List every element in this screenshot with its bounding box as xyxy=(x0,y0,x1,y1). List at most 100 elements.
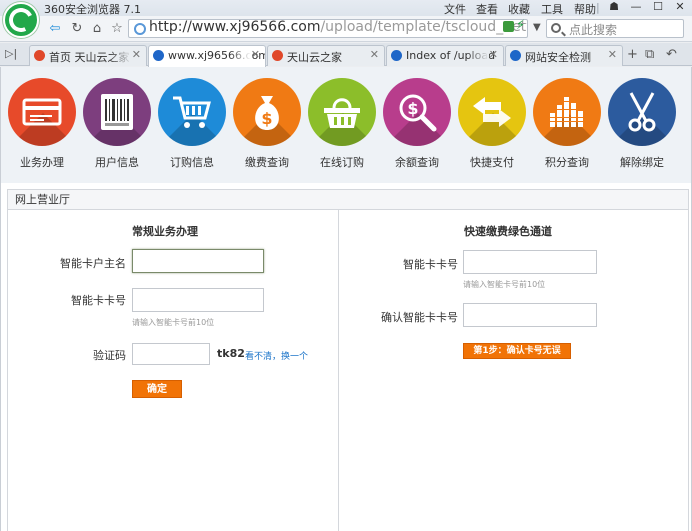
menu-favorites[interactable]: 收藏 xyxy=(508,1,530,17)
menu-circle xyxy=(8,78,76,146)
confirm-card-number-label: 确认智能卡卡号 xyxy=(381,311,458,324)
svg-text:$: $ xyxy=(407,99,418,118)
cart-icon xyxy=(173,96,211,128)
menu-quick-pay[interactable]: 快捷支付 xyxy=(456,78,528,180)
sidebar-toggle-icon[interactable]: ▷| xyxy=(5,47,17,60)
tab-list-icon[interactable]: ⧉ xyxy=(645,47,654,62)
menu-label: 解除绑定 xyxy=(620,156,664,169)
svg-text:$: $ xyxy=(261,109,272,128)
menu-balance-query[interactable]: $ 余额查询 xyxy=(381,78,453,180)
menu-business[interactable]: 业务办理 xyxy=(6,78,78,180)
tab-tianshan[interactable]: 天山云之家 ✕ xyxy=(267,45,385,66)
step1-confirm-button[interactable]: 第1步：确认卡号无误 xyxy=(463,343,571,359)
money-bag-icon: $ xyxy=(255,96,279,130)
menu-help[interactable]: 帮助 xyxy=(574,1,596,17)
search-input[interactable]: 点此搜索 xyxy=(546,19,684,38)
speed-mode-icon[interactable]: ⚡ xyxy=(516,18,525,33)
panel-title: 网上营业厅 xyxy=(7,189,689,210)
menu-label: 用户信息 xyxy=(95,156,139,169)
menu-view[interactable]: 查看 xyxy=(476,1,498,17)
reload-icon[interactable]: ↻ xyxy=(68,20,86,38)
ie-favicon-icon xyxy=(510,50,521,61)
menu-separator: | xyxy=(596,1,600,14)
address-toolbar: ⇦ ↻ ⌂ ☆ http://www.xj96566.com/upload/te… xyxy=(0,16,692,42)
fast-card-number-hint: 请输入智能卡号前10位 xyxy=(463,280,546,289)
captcha-input[interactable] xyxy=(132,343,210,365)
menu-unbind[interactable]: 解除绑定 xyxy=(606,78,678,180)
browser-logo-icon xyxy=(3,2,39,38)
close-window-icon[interactable]: ✕ xyxy=(670,0,690,14)
menu-file[interactable]: 文件 xyxy=(444,1,466,17)
ie-favicon-icon xyxy=(391,50,402,61)
security-badge-icon[interactable] xyxy=(503,21,514,32)
arrows-icon xyxy=(473,97,511,127)
favorite-star-icon[interactable]: ☆ xyxy=(108,20,126,38)
menu-user-info[interactable]: 用户信息 xyxy=(81,78,153,180)
menu-label: 缴费查询 xyxy=(245,156,289,169)
tab-close-icon[interactable]: ✕ xyxy=(370,48,379,61)
site-favicon-icon xyxy=(272,50,283,61)
service-icon-row: 业务办理 用户信息 订购信息 $ 缴费查询 在线订购 $ 余额查询 快捷支付 积… xyxy=(1,67,691,183)
back-icon[interactable]: ⇦ xyxy=(46,20,64,38)
url-input[interactable]: http://www.xj96566.com/upload/template/t… xyxy=(128,19,528,38)
captcha-label: 验证码 xyxy=(93,349,126,362)
minimize-icon[interactable]: — xyxy=(626,0,646,14)
title-bar: 360安全浏览器 7.1 文件 查看 收藏 工具 帮助 | ☗ — ☐ ✕ xyxy=(0,0,692,16)
menu-label: 余额查询 xyxy=(395,156,439,169)
menu-label: 订购信息 xyxy=(170,156,214,169)
page-viewport: 业务办理 用户信息 订购信息 $ 缴费查询 在线订购 $ 余额查询 快捷支付 积… xyxy=(0,67,692,531)
tab-bar: ▷| 首页 天山云之家 ✕ www.xj96566.com ✕ 天山云之家 ✕ … xyxy=(0,43,692,67)
scissors-icon xyxy=(628,92,656,132)
tab-security-check[interactable]: 网站安全检测 ✕ xyxy=(505,45,623,66)
new-tab-icon[interactable]: + xyxy=(627,47,638,62)
maximize-icon[interactable]: ☐ xyxy=(648,0,668,14)
globe-icon xyxy=(134,23,146,35)
tab-close-icon[interactable]: ✕ xyxy=(132,48,141,61)
tab-home[interactable]: 首页 天山云之家 ✕ xyxy=(29,45,147,66)
menu-order-info[interactable]: 订购信息 xyxy=(156,78,228,180)
ie-favicon-icon xyxy=(153,50,164,61)
bars-icon xyxy=(550,97,583,127)
menu-online-order[interactable]: 在线订购 xyxy=(306,78,378,180)
tab-active[interactable]: www.xj96566.com ✕ xyxy=(148,45,266,67)
card-number-input[interactable] xyxy=(132,288,264,312)
card-icon xyxy=(22,98,62,126)
url-text: http://www.xj96566.com/upload/template/t… xyxy=(149,19,528,35)
panel-body: 常规业务办理 智能卡户主名 智能卡卡号 请输入智能卡号前10位 验证码 tk82… xyxy=(7,210,689,531)
regular-business-title: 常规业务办理 xyxy=(132,225,198,238)
site-favicon-icon xyxy=(34,50,45,61)
card-number-label: 智能卡卡号 xyxy=(71,294,126,307)
captcha-image[interactable]: tk82 xyxy=(217,347,245,360)
column-divider xyxy=(338,210,339,531)
fast-payment-title: 快速缴费绿色通道 xyxy=(464,225,552,238)
confirm-card-number-input[interactable] xyxy=(463,303,597,327)
fast-card-number-label: 智能卡卡号 xyxy=(403,258,458,271)
search-icon xyxy=(551,23,561,33)
refresh-captcha-link[interactable]: 看不清，换一个 xyxy=(245,349,308,362)
chevron-down-icon[interactable]: ▼ xyxy=(533,22,541,33)
tab-close-icon[interactable]: ✕ xyxy=(489,48,498,61)
barcode-icon xyxy=(101,94,133,130)
menu-label: 在线订购 xyxy=(320,156,364,169)
menu-label: 业务办理 xyxy=(20,156,64,169)
tab-close-icon[interactable]: ✕ xyxy=(251,48,260,61)
submit-button[interactable]: 确定 xyxy=(132,380,182,398)
home-icon[interactable]: ⌂ xyxy=(88,20,106,38)
menu-label: 快捷支付 xyxy=(470,156,514,169)
basket-icon xyxy=(324,98,360,128)
skin-icon[interactable]: ☗ xyxy=(604,0,624,14)
menu-tools[interactable]: 工具 xyxy=(541,1,563,17)
tab-index-of[interactable]: Index of /upload ✕ xyxy=(386,45,504,66)
menu-label: 积分查询 xyxy=(545,156,589,169)
tab-close-icon[interactable]: ✕ xyxy=(608,48,617,61)
owner-name-input[interactable] xyxy=(132,249,264,273)
menu-points-query[interactable]: 积分查询 xyxy=(531,78,603,180)
magnifier-dollar-icon: $ xyxy=(399,94,437,132)
menu-payment-query[interactable]: $ 缴费查询 xyxy=(231,78,303,180)
app-title: 360安全浏览器 7.1 xyxy=(44,3,141,16)
owner-name-label: 智能卡户主名 xyxy=(60,257,126,270)
search-placeholder: 点此搜索 xyxy=(569,23,618,37)
fast-card-number-input[interactable] xyxy=(463,250,597,274)
card-number-hint: 请输入智能卡号前10位 xyxy=(132,318,215,327)
undo-close-icon[interactable]: ↶ xyxy=(666,47,677,62)
